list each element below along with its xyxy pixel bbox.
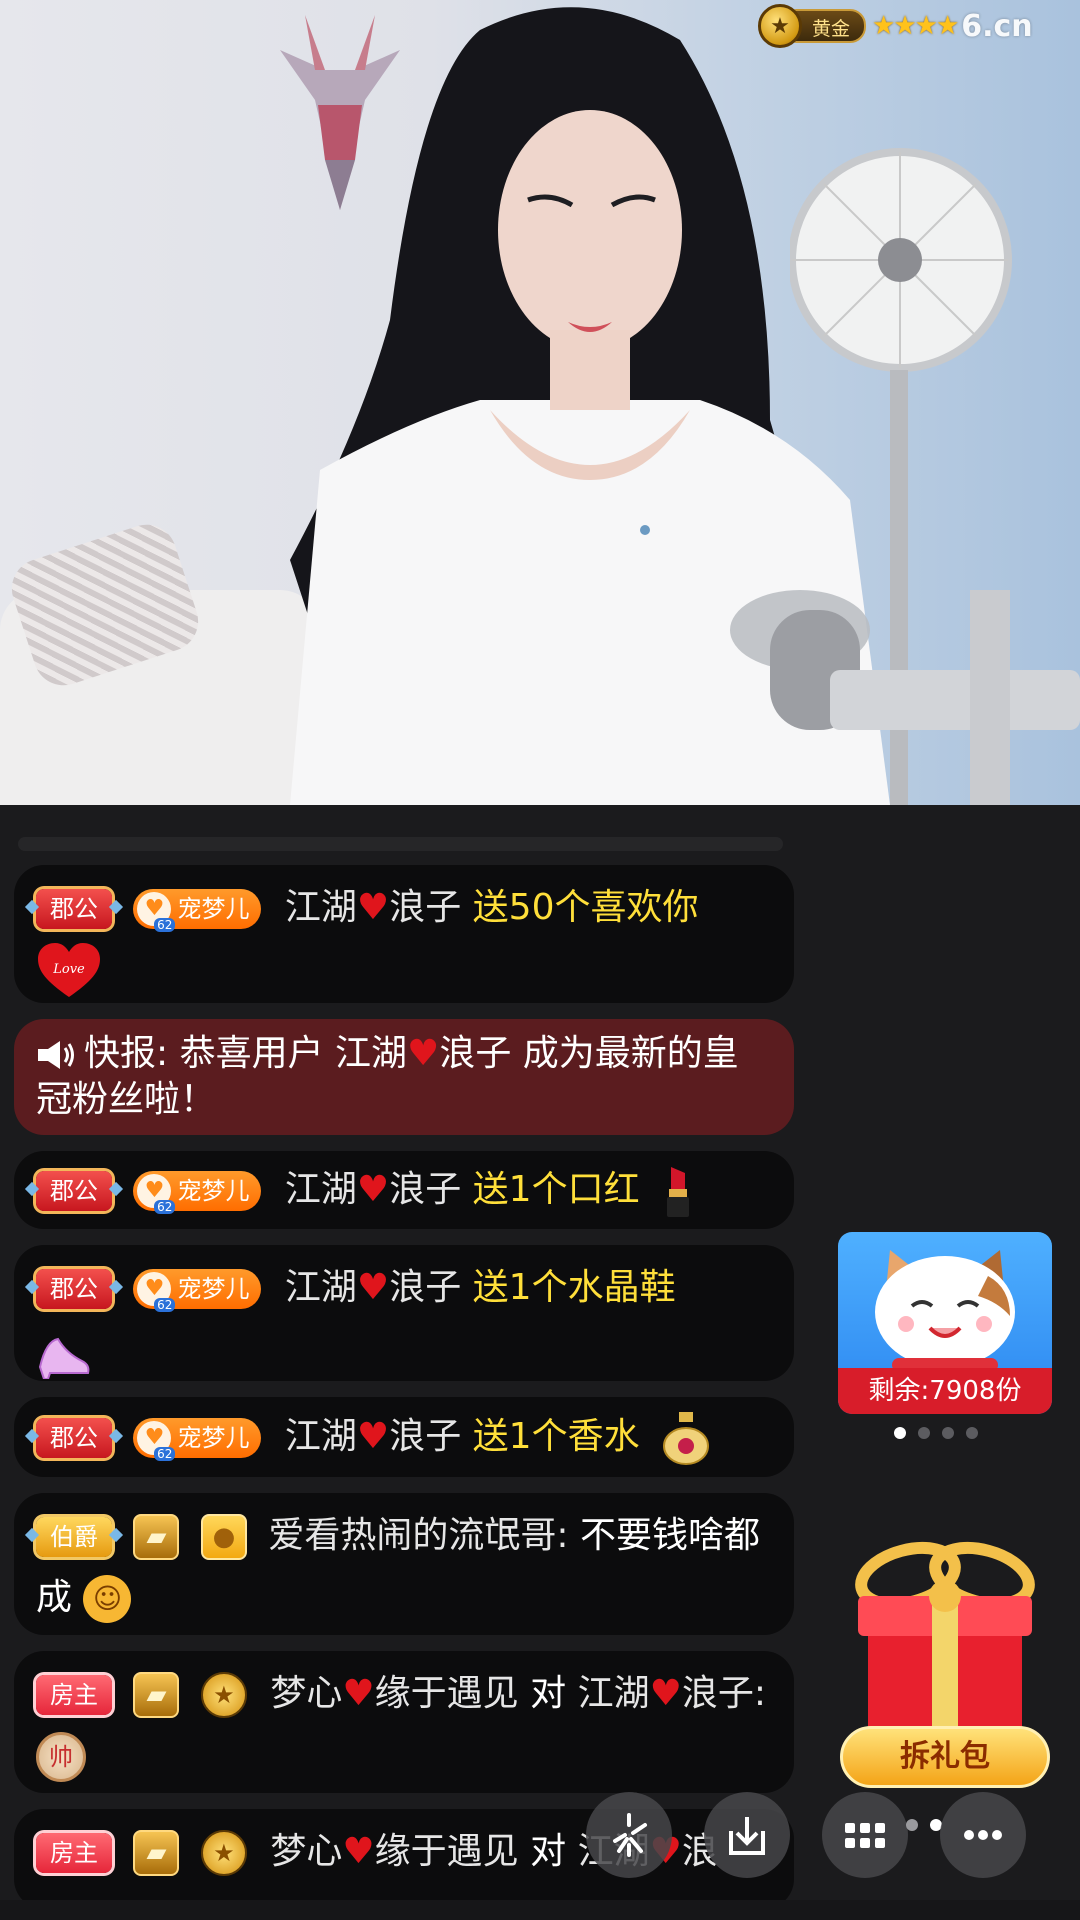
gold-bar-icon: ▰ <box>133 1514 180 1560</box>
carousel-dot[interactable] <box>966 1427 978 1439</box>
heart-icon: ♥ <box>342 1831 375 1872</box>
heart-icon: ♥ <box>356 1169 390 1210</box>
star-medal-icon: ★ <box>200 1672 247 1718</box>
apps-grid-button[interactable] <box>822 1792 908 1878</box>
noble-title-badge: 郡公 <box>36 1269 112 1309</box>
download-button[interactable] <box>704 1792 790 1878</box>
open-gift-pack-button[interactable]: 拆礼包 <box>840 1726 1050 1788</box>
fan-heart-icon: ♥ 62 <box>137 1272 176 1312</box>
rank-label: 黄金 <box>792 9 867 43</box>
love-heart-gift-icon: Love <box>38 943 100 997</box>
rating-stars: ★★★★ <box>872 11 959 41</box>
promo-remaining-count: 剩余:7908份 <box>838 1368 1052 1414</box>
carousel-dot[interactable] <box>918 1427 930 1439</box>
heart-icon: ♥ <box>649 1673 682 1714</box>
lucky-cat-icon <box>875 1250 1015 1372</box>
perfume-gift-icon <box>663 1412 710 1465</box>
heart-icon: ♥ <box>356 1267 390 1308</box>
chat-message[interactable]: 伯爵 ▰ ● 爱看热闹的流氓哥: 不要钱啥都成 ☺ <box>14 1493 794 1635</box>
share-button[interactable] <box>586 1792 672 1878</box>
username[interactable]: 梦心♥缘于遇见 <box>270 1831 518 1872</box>
bottom-bar-edge <box>0 1900 1080 1920</box>
lipstick-gift-icon <box>667 1167 690 1217</box>
chat-scroll-edge <box>18 837 783 851</box>
svg-text:Love: Love <box>52 962 85 977</box>
gold-bar-icon: ▰ <box>133 1672 180 1718</box>
fan-heart-icon: ♥ 62 <box>137 892 176 932</box>
crystal-shoe-gift-icon <box>38 1337 90 1379</box>
gold-bar-icon: ▰ <box>133 1830 180 1876</box>
username[interactable]: 江湖♥浪子 <box>285 1267 461 1308</box>
chat-message[interactable]: 房主 ▰ ★ 梦心♥缘于遇见 对 江湖♥浪子: 帅 <box>14 1651 794 1793</box>
live-video[interactable]: ★ 黄金 ★★★★ 6.cn <box>0 0 1080 805</box>
gift-text: 送50个喜欢你 <box>472 887 699 928</box>
carousel-dot[interactable] <box>894 1427 906 1439</box>
username[interactable]: 梦心♥缘于遇见 <box>270 1673 518 1714</box>
toolbar-page-dots <box>906 1819 942 1831</box>
fan-badge: ♥ 62 宠梦儿 <box>133 1171 262 1214</box>
heart-icon: ♥ <box>356 887 390 928</box>
gift-text: 送1个香水 <box>472 1416 640 1457</box>
username[interactable]: 江湖♥浪子 <box>285 1169 461 1210</box>
carousel-dot[interactable] <box>942 1427 954 1439</box>
noble-title-badge: 伯爵 <box>36 1517 112 1557</box>
chat-message[interactable]: 郡公 ♥ 62 宠梦儿 江湖♥浪子 送1个香水 <box>14 1397 794 1477</box>
target-username[interactable]: 江湖♥浪子: <box>578 1673 766 1714</box>
user-icon: ● <box>200 1514 247 1560</box>
chat-message[interactable]: 房主 ▰ ★ 梦心♥缘于遇见 对 江湖♥浪 <box>14 1809 794 1909</box>
microphone <box>730 590 1080 805</box>
site-logo: 6.cn <box>961 8 1033 44</box>
noble-title-badge: 郡公 <box>36 1171 112 1211</box>
system-alert-message: 快报: 恭喜用户 江湖♥浪子 成为最新的皇冠粉丝啦！ <box>14 1019 794 1135</box>
smile-emoji-icon: ☺ <box>83 1575 132 1623</box>
star-medal-icon: ★ <box>200 1830 247 1876</box>
fan-badge: ♥ 62 宠梦儿 <box>133 1269 262 1312</box>
noble-title-badge: 郡公 <box>36 889 112 929</box>
fan-badge: ♥ 62 宠梦儿 <box>133 889 262 932</box>
grid-icon <box>845 1823 885 1848</box>
username[interactable]: 江湖♥浪子 <box>285 1416 461 1457</box>
chat-message[interactable]: 郡公 ♥ 62 宠梦儿 江湖♥浪子 送1个口红 <box>14 1151 794 1229</box>
chat-message[interactable]: 郡公 ♥ 62 宠梦儿 江湖♥浪子 送50个喜欢你 Love <box>14 865 794 1003</box>
host-title-badge: 房主 <box>36 1833 112 1873</box>
sparkle-icon <box>613 1813 647 1857</box>
username[interactable]: 爱看热闹的流氓哥: <box>268 1515 568 1556</box>
host-rank-badge[interactable]: ★ 黄金 ★★★★ 6.cn <box>758 4 1033 48</box>
lucky-cat-promo[interactable]: 剩余:7908份 <box>838 1232 1052 1414</box>
handsome-emote-icon: 帅 <box>36 1732 86 1782</box>
gift-text: 送1个口红 <box>472 1169 640 1210</box>
fan-badge: ♥ 62 宠梦儿 <box>133 1418 262 1461</box>
fan-heart-icon: ♥ 62 <box>137 1174 176 1214</box>
download-icon <box>729 1817 765 1855</box>
heart-icon: ♥ <box>356 1416 390 1457</box>
heart-icon: ♥ <box>407 1033 440 1074</box>
gift-text: 送1个水晶鞋 <box>472 1267 676 1308</box>
host-title-badge: 房主 <box>36 1675 112 1715</box>
more-button[interactable] <box>940 1792 1026 1878</box>
username[interactable]: 江湖♥浪子 <box>285 887 461 928</box>
toolbar-dot <box>906 1819 918 1831</box>
heart-icon: ♥ <box>342 1673 375 1714</box>
chat-message[interactable]: 郡公 ♥ 62 宠梦儿 江湖♥浪子 送1个水晶鞋 <box>14 1245 794 1381</box>
speaker-icon <box>38 1041 74 1069</box>
noble-title-badge: 郡公 <box>36 1418 112 1458</box>
star-medal-icon: ★ <box>758 4 802 48</box>
more-icon <box>964 1830 1002 1840</box>
fan-heart-icon: ♥ 62 <box>137 1421 176 1461</box>
carousel-dots <box>894 1427 978 1439</box>
